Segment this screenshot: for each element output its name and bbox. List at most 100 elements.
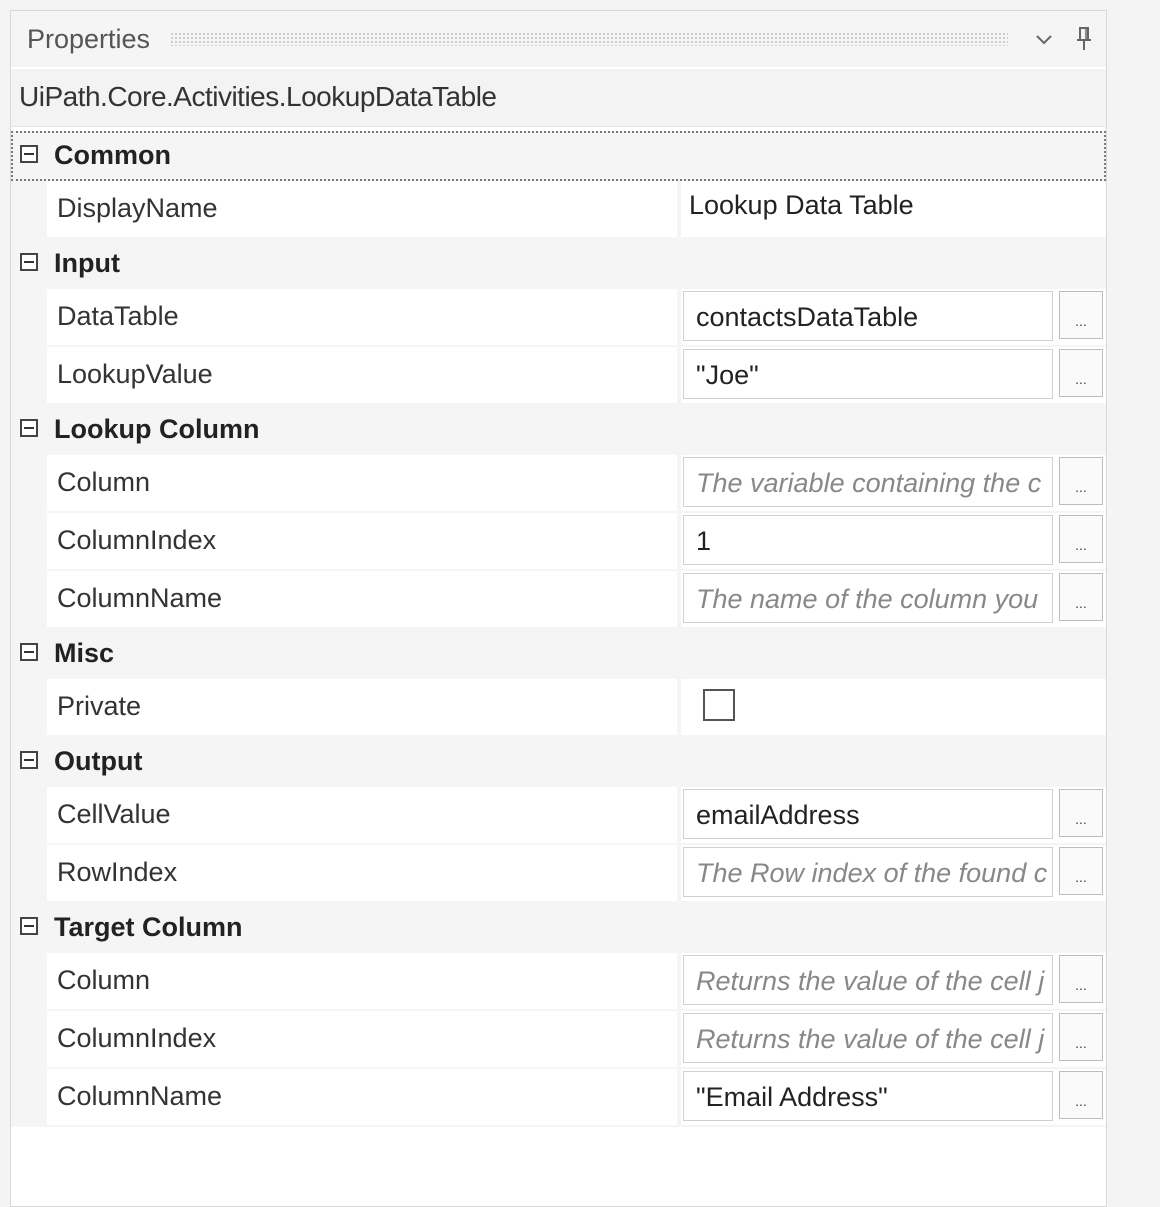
property-row-target-column-columnname: ColumnName "Email Address"...	[11, 1069, 1106, 1127]
property-row-input-datatable: DataTable contactsDataTable...	[11, 289, 1106, 347]
category-input[interactable]: Input	[11, 239, 1106, 289]
property-name-cell[interactable]: ColumnIndex	[47, 1011, 677, 1067]
category-output[interactable]: Output	[11, 737, 1106, 787]
properties-panel: Properties UiPath.Core.Activities.Lookup…	[10, 10, 1107, 1207]
property-row-output-rowindex: RowIndex The Row index of the found c...	[11, 845, 1106, 903]
property-value-input[interactable]: 1	[683, 515, 1053, 565]
property-row-lookup-column-columnindex: ColumnIndex 1...	[11, 513, 1106, 571]
property-row-output-cellvalue: CellValue emailAddress...	[11, 787, 1106, 845]
property-grid: Common DisplayName Lookup Data Table Input D…	[11, 131, 1106, 1127]
property-name-cell[interactable]: LookupValue	[47, 347, 677, 403]
property-row-common-displayname: DisplayName Lookup Data Table	[11, 181, 1106, 239]
collapse-icon[interactable]	[20, 643, 38, 661]
activity-type-label: UiPath.Core.Activities.LookupDataTable	[19, 81, 497, 112]
collapse-icon[interactable]	[20, 751, 38, 769]
property-value-input[interactable]: "Email Address"	[683, 1071, 1053, 1121]
category-target-column[interactable]: Target Column	[11, 903, 1106, 953]
property-name-cell[interactable]: ColumnName	[47, 571, 677, 627]
property-row-input-lookupvalue: LookupValue "Joe"...	[11, 347, 1106, 405]
property-value-input[interactable]: Returns the value of the cell j	[683, 955, 1053, 1005]
property-name-cell[interactable]: DisplayName	[47, 181, 677, 237]
ellipsis-button[interactable]: ...	[1059, 1071, 1103, 1119]
title-grip[interactable]	[170, 32, 1008, 46]
panel-title: Properties	[27, 23, 151, 54]
category-lookup-column[interactable]: Lookup Column	[11, 405, 1106, 455]
property-value-cell: "Joe"...	[681, 347, 1106, 403]
property-value-text[interactable]: Lookup Data Table	[689, 190, 914, 221]
ellipsis-button[interactable]: ...	[1059, 573, 1103, 621]
property-value-input[interactable]: emailAddress	[683, 789, 1053, 839]
input-placeholder: The Row index of the found c	[696, 858, 1048, 888]
property-value-input[interactable]: The variable containing the c	[683, 457, 1053, 507]
property-row-misc-private: Private	[11, 679, 1106, 737]
property-value-cell: The Row index of the found c...	[681, 845, 1106, 901]
category-label: Misc	[54, 638, 115, 668]
property-label: ColumnIndex	[57, 1023, 217, 1053]
category-label: Common	[54, 140, 171, 170]
activity-type-header: UiPath.Core.Activities.LookupDataTable	[11, 69, 1106, 127]
ellipsis-button[interactable]: ...	[1059, 847, 1103, 895]
property-value-input[interactable]: "Joe"	[683, 349, 1053, 399]
input-value: "Joe"	[696, 360, 759, 390]
property-value-cell: Returns the value of the cell j...	[681, 953, 1106, 1009]
ellipsis-button[interactable]: ...	[1059, 291, 1103, 339]
category-label: Target Column	[54, 912, 243, 942]
property-name-cell[interactable]: Private	[47, 679, 677, 735]
ellipsis-button[interactable]: ...	[1059, 349, 1103, 397]
property-row-target-column-column: Column Returns the value of the cell j...	[11, 953, 1106, 1011]
property-value-cell	[681, 679, 1106, 735]
pin-icon[interactable]	[1066, 19, 1102, 59]
property-value-input[interactable]: Returns the value of the cell j	[683, 1013, 1053, 1063]
property-label: DataTable	[57, 301, 179, 331]
property-value-input[interactable]: The Row index of the found c	[683, 847, 1053, 897]
property-value-input[interactable]: contactsDataTable	[683, 291, 1053, 341]
input-value: emailAddress	[696, 800, 860, 830]
category-label: Input	[54, 248, 120, 278]
property-value-cell: contactsDataTable...	[681, 289, 1106, 345]
chevron-down-icon[interactable]	[1026, 19, 1062, 59]
property-label: ColumnName	[57, 1081, 223, 1111]
ellipsis-button[interactable]: ...	[1059, 789, 1103, 837]
property-name-cell[interactable]: DataTable	[47, 289, 677, 345]
property-row-target-column-columnindex: ColumnIndex Returns the value of the cell…	[11, 1011, 1106, 1069]
property-row-lookup-column-column: Column The variable containing the c...	[11, 455, 1106, 513]
input-placeholder: The variable containing the c	[696, 468, 1042, 498]
property-label: LookupValue	[57, 359, 213, 389]
ellipsis-button[interactable]: ...	[1059, 955, 1103, 1003]
property-name-cell[interactable]: Column	[47, 455, 677, 511]
property-value-input[interactable]: The name of the column you	[683, 573, 1053, 623]
property-row-lookup-column-columnname: ColumnName The name of the column you...	[11, 571, 1106, 629]
property-name-cell[interactable]: ColumnIndex	[47, 513, 677, 569]
property-value-cell: emailAddress...	[681, 787, 1106, 843]
property-name-cell[interactable]: RowIndex	[47, 845, 677, 901]
property-name-cell[interactable]: ColumnName	[47, 1069, 677, 1125]
property-label: Private	[57, 691, 142, 721]
collapse-icon[interactable]	[20, 253, 38, 271]
ellipsis-button[interactable]: ...	[1059, 1013, 1103, 1061]
category-misc[interactable]: Misc	[11, 629, 1106, 679]
private-checkbox[interactable]	[703, 689, 735, 721]
ellipsis-button[interactable]: ...	[1059, 515, 1103, 563]
collapse-icon[interactable]	[20, 145, 38, 163]
input-value: contactsDataTable	[696, 302, 919, 332]
collapse-icon[interactable]	[20, 917, 38, 935]
property-label: DisplayName	[57, 193, 218, 223]
property-label: ColumnName	[57, 583, 223, 613]
input-placeholder: Returns the value of the cell j	[696, 1024, 1045, 1054]
property-label: CellValue	[57, 799, 171, 829]
property-name-cell[interactable]: Column	[47, 953, 677, 1009]
property-value-cell: Returns the value of the cell j...	[681, 1011, 1106, 1067]
property-label: Column	[57, 467, 151, 497]
property-name-cell[interactable]: CellValue	[47, 787, 677, 843]
ellipsis-button[interactable]: ...	[1059, 457, 1103, 505]
property-value-cell: The name of the column you...	[681, 571, 1106, 627]
property-label: RowIndex	[57, 857, 178, 887]
collapse-icon[interactable]	[20, 419, 38, 437]
property-value-cell: The variable containing the c...	[681, 455, 1106, 511]
category-label: Lookup Column	[54, 414, 260, 444]
category-label: Output	[54, 746, 143, 776]
category-common[interactable]: Common	[11, 131, 1106, 181]
panel-titlebar: Properties	[11, 11, 1106, 67]
property-value-cell: 1...	[681, 513, 1106, 569]
input-placeholder: The name of the column you	[696, 584, 1039, 614]
